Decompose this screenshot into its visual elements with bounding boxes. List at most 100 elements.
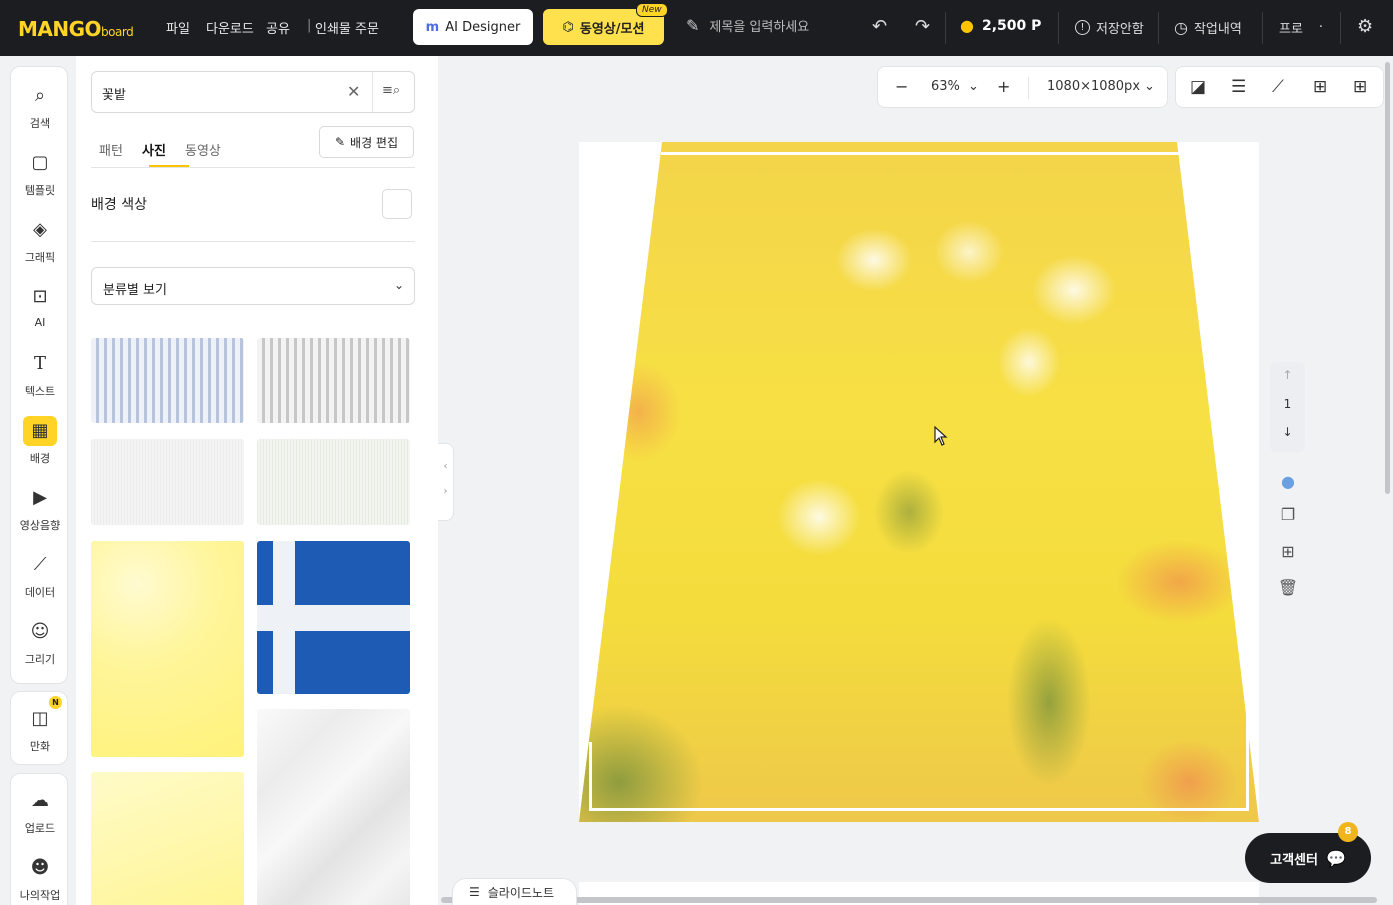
canvas-tools-bar: ◪ ☰ ⟋ ⊞ ⊞ [1175, 66, 1384, 108]
horizontal-scrollbar[interactable] [441, 897, 1377, 903]
background-thumbnail[interactable] [257, 709, 410, 905]
note-icon: ☰ [469, 885, 480, 899]
layers-icon[interactable]: ☰ [1231, 77, 1246, 97]
nav-graphic[interactable]: ◈ 그래픽 [11, 215, 69, 265]
tab-pattern[interactable]: 패턴 [99, 140, 123, 159]
search-input[interactable]: 꽃밭 ✕ ≡⌕ [91, 71, 415, 113]
zoom-out-icon[interactable]: − [895, 77, 908, 96]
nav-video-audio[interactable]: ▶ 영상음향 [11, 483, 69, 533]
nav-ai[interactable]: ⊡ AI [11, 282, 69, 329]
alert-icon: ! [1075, 20, 1090, 35]
zoom-in-icon[interactable]: + [997, 77, 1010, 96]
add-page-icon[interactable]: ⊞ [1277, 542, 1299, 561]
nav-template[interactable]: ▢ 템플릿 [11, 148, 69, 198]
fit-screen-icon[interactable]: ⊞ [1313, 77, 1327, 97]
template-icon: ▢ [31, 152, 49, 173]
upload-icon: ☁ [31, 790, 49, 811]
flag-cross-horizontal [257, 605, 410, 631]
title-input[interactable]: ✎ 제목을 입력하세요 [686, 16, 809, 35]
separator [1340, 12, 1341, 44]
nav-draw[interactable]: ☺ 그리기 [11, 617, 69, 667]
graphic-icon: ◈ [33, 219, 47, 240]
background-thumbnail[interactable] [91, 338, 244, 423]
menu-file[interactable]: 파일 [166, 18, 190, 37]
chevron-right-icon: › [443, 486, 448, 497]
text-icon: T [33, 353, 46, 374]
separator [945, 12, 946, 44]
page-navigator: ↑ 1 ↓ [1270, 362, 1305, 452]
sticker-icon[interactable]: ◪ [1190, 77, 1206, 97]
left-nav: ⌕ 검색 ▢ 템플릿 ◈ 그래픽 ⊡ AI T 텍스트 ▦ 배경 ▶ 영상음향 … [10, 66, 68, 684]
background-thumbnail[interactable] [257, 338, 410, 423]
points-display[interactable]: ● 2,500 P [960, 16, 1041, 35]
menu-share[interactable]: 공유 [266, 18, 290, 37]
chevron-down-icon[interactable]: ⌄ [968, 79, 979, 94]
separator [1158, 12, 1159, 44]
nav-search[interactable]: ⌕ 검색 [11, 81, 69, 131]
menu-print-order[interactable]: 인쇄물 주문 [315, 18, 379, 37]
background-color-label: 배경 색상 [91, 197, 147, 213]
menu-download[interactable]: 다운로드 [206, 18, 254, 37]
duplicate-page-icon[interactable]: ❐ [1277, 505, 1299, 524]
notification-badge: 8 [1338, 822, 1358, 842]
separator [1262, 12, 1263, 44]
background-thumbnail[interactable] [257, 439, 410, 525]
settings-icon[interactable]: ⚙ [1357, 16, 1373, 37]
nav-my-work[interactable]: ☻ 나의작업 [11, 853, 69, 903]
mango-logo[interactable]: MANGOboard [18, 17, 134, 41]
undo-icon[interactable]: ↶ [872, 16, 887, 37]
pro-button[interactable]: 프로 · [1279, 18, 1323, 37]
chevron-down-icon[interactable]: ⌄ [1144, 79, 1155, 94]
background-thumbnail[interactable] [91, 772, 244, 905]
chevron-down-icon: ⌄ [393, 278, 404, 292]
frame-border [589, 808, 1249, 811]
nav-text[interactable]: T 텍스트 [11, 349, 69, 399]
nav-data[interactable]: ⟋ 데이터 [11, 550, 69, 600]
flower-field-photo[interactable] [579, 142, 1259, 822]
grid-icon[interactable]: ⊞ [1353, 77, 1367, 97]
ruler-icon[interactable]: ⟋ [1272, 77, 1284, 97]
canvas-artboard[interactable] [579, 142, 1259, 822]
category-select[interactable]: 분류별 보기 ⌄ [91, 267, 415, 305]
motion-icon: ⌬ [562, 19, 574, 35]
history-button[interactable]: ◷ 작업내역 [1174, 18, 1242, 37]
separator [1058, 12, 1059, 44]
my-work-icon: ☻ [30, 857, 50, 878]
comic-icon: ◫ [31, 708, 49, 729]
nav-comic[interactable]: ◫ 만화 [11, 704, 69, 754]
new-badge: New [636, 3, 668, 17]
left-nav-comic: ◫ 만화 N [10, 691, 68, 765]
page-number: 1 [1283, 397, 1292, 411]
edit-title-icon: ✎ [686, 16, 700, 35]
redo-icon[interactable]: ↷ [915, 16, 930, 37]
frame-border [589, 742, 592, 811]
clear-icon[interactable]: ✕ [347, 82, 360, 101]
background-color-swatch[interactable] [382, 189, 412, 219]
nav-upload[interactable]: ☁ 업로드 [11, 786, 69, 836]
chart-icon: ⟋ [33, 554, 47, 575]
page-down-icon[interactable]: ↓ [1270, 425, 1305, 439]
panel-collapse-toggle[interactable]: ‹ › [438, 443, 454, 521]
frame-border [661, 152, 1179, 155]
save-status[interactable]: ! 저장안함 [1075, 18, 1144, 37]
tab-photo[interactable]: 사진 [142, 140, 166, 159]
tab-video[interactable]: 동영상 [185, 140, 221, 159]
background-thumbnail[interactable] [91, 541, 244, 757]
ai-designer-button[interactable]: ⅿ AI Designer [413, 9, 533, 45]
menu-divider: | [307, 18, 312, 33]
vertical-scrollbar[interactable] [1385, 62, 1390, 494]
slide-note-button[interactable]: ☰ 슬라이드노트 [452, 878, 577, 905]
color-palette-icon[interactable]: ● [1277, 472, 1299, 491]
nav-background[interactable]: ▦ 배경 [11, 416, 69, 466]
canvas-size[interactable]: 1080×1080px [1047, 79, 1140, 94]
search-icon: ⌕ [34, 85, 46, 106]
zoom-level[interactable]: 63% [931, 79, 960, 94]
search-filter-icon[interactable]: ≡⌕ [382, 83, 400, 98]
background-thumbnail[interactable] [257, 541, 410, 694]
left-nav-bottom: ☁ 업로드 ☻ 나의작업 [10, 773, 68, 905]
page-up-icon[interactable]: ↑ [1270, 368, 1305, 382]
background-thumbnail[interactable] [91, 439, 244, 525]
chevron-left-icon: ‹ [443, 461, 448, 472]
background-edit-button[interactable]: ✎ 배경 편집 [319, 126, 414, 158]
trash-icon[interactable]: 🗑 [1277, 578, 1299, 597]
